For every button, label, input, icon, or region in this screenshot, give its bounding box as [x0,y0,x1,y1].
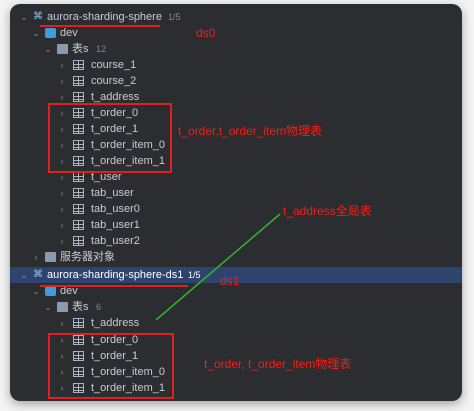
green-arrow-line [155,213,281,321]
global-table-arrow [155,213,281,321]
database-explorer-panel: ⌄ ⌘ aurora-sharding-sphere 1/5 ⌄ dev ⌄ 表… [10,4,462,401]
